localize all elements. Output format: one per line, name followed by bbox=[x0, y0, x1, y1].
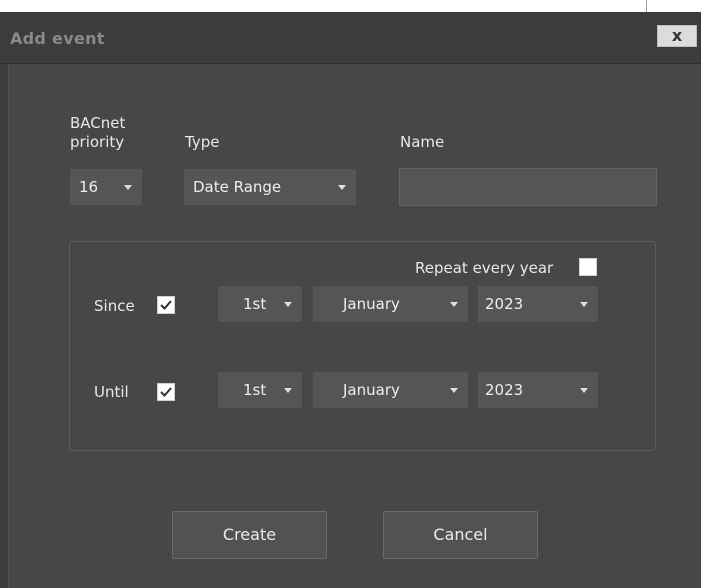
since-month-value: January bbox=[343, 295, 400, 313]
since-month-select[interactable]: January bbox=[313, 286, 468, 322]
until-month-select[interactable]: January bbox=[313, 372, 468, 408]
until-day-select[interactable]: 1st bbox=[218, 372, 302, 408]
priority-value: 16 bbox=[79, 178, 99, 196]
since-day-select[interactable]: 1st bbox=[218, 286, 302, 322]
checkmark-icon bbox=[160, 300, 172, 310]
type-value: Date Range bbox=[193, 178, 282, 196]
dialog-left-edge bbox=[0, 64, 9, 588]
chevron-down-icon bbox=[338, 185, 346, 190]
type-label: Type bbox=[185, 133, 220, 151]
until-year-value: 2023 bbox=[485, 381, 524, 399]
chevron-down-icon bbox=[284, 388, 292, 393]
priority-label: BACnet priority bbox=[70, 114, 125, 152]
priority-select[interactable]: 16 bbox=[70, 169, 142, 205]
chevron-down-icon bbox=[450, 302, 458, 307]
chevron-down-icon bbox=[450, 388, 458, 393]
cancel-button[interactable]: Cancel bbox=[383, 511, 538, 559]
close-button[interactable]: x bbox=[657, 25, 697, 47]
date-range-panel bbox=[69, 241, 656, 451]
name-input[interactable] bbox=[399, 168, 657, 206]
until-month-value: January bbox=[343, 381, 400, 399]
until-checkbox[interactable] bbox=[157, 383, 175, 401]
until-day-value: 1st bbox=[243, 381, 267, 399]
chevron-down-icon bbox=[580, 388, 588, 393]
close-icon: x bbox=[671, 26, 683, 45]
checkmark-icon bbox=[160, 387, 172, 397]
repeat-every-year-checkbox[interactable] bbox=[579, 258, 597, 276]
since-year-value: 2023 bbox=[485, 295, 524, 313]
chevron-down-icon bbox=[284, 302, 292, 307]
chevron-down-icon bbox=[580, 302, 588, 307]
type-select[interactable]: Date Range bbox=[184, 169, 356, 205]
until-year-select[interactable]: 2023 bbox=[478, 372, 598, 408]
dialog-titlebar: Add event x bbox=[0, 12, 701, 64]
since-day-value: 1st bbox=[243, 295, 267, 313]
create-button[interactable]: Create bbox=[172, 511, 327, 559]
chevron-down-icon bbox=[124, 185, 132, 190]
add-event-dialog: Add event x BACnet priority 16 Type Date… bbox=[0, 12, 701, 588]
priority-label-line2: priority bbox=[70, 133, 125, 151]
top-strip-divider bbox=[646, 0, 647, 12]
until-label: Until bbox=[94, 383, 129, 401]
since-year-select[interactable]: 2023 bbox=[478, 286, 598, 322]
name-label: Name bbox=[400, 133, 445, 151]
priority-label-line1: BACnet bbox=[70, 114, 126, 132]
since-label: Since bbox=[94, 297, 135, 315]
dialog-title: Add event bbox=[10, 29, 105, 48]
repeat-every-year-label: Repeat every year bbox=[415, 259, 554, 277]
since-checkbox[interactable] bbox=[157, 296, 175, 314]
page-top-strip bbox=[0, 0, 701, 12]
